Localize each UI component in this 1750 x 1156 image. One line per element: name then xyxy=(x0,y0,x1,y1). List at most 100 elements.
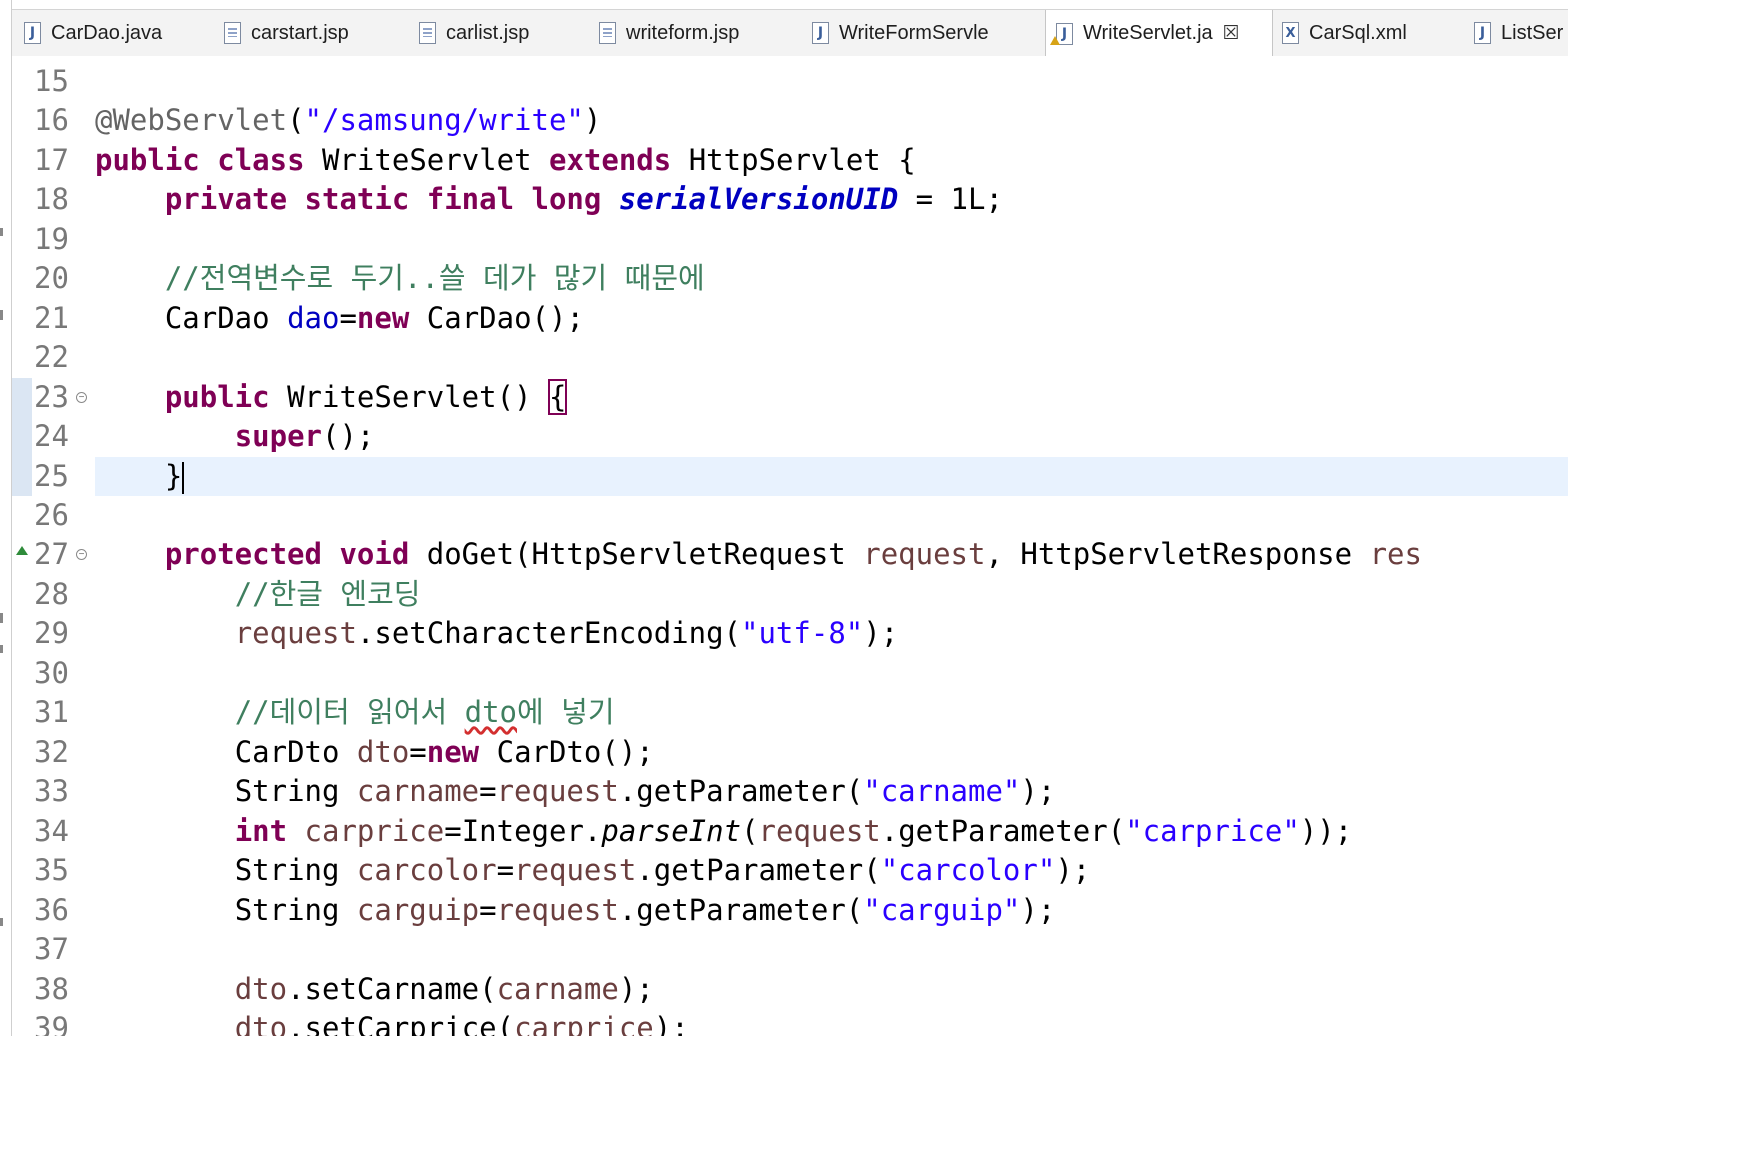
line-number: 23 xyxy=(34,380,69,414)
method-call: .getParameter( xyxy=(636,853,881,887)
local-variable: carname xyxy=(356,774,480,808)
method-call: .setCarprice( xyxy=(287,1011,515,1036)
local-variable: carprice xyxy=(514,1011,654,1036)
keyword: int xyxy=(234,814,288,848)
type-name: String xyxy=(234,774,357,808)
line-number: 35 xyxy=(34,853,69,887)
fold-collapse-icon[interactable]: − xyxy=(76,392,87,403)
line-number: 38 xyxy=(34,972,69,1006)
java-file-icon: J xyxy=(1474,22,1491,44)
parameter: request xyxy=(496,893,619,927)
code-line-34[interactable]: int carprice=Integer.parseInt(request.ge… xyxy=(95,812,1353,851)
local-variable: carcolor xyxy=(356,853,497,887)
fold-collapse-icon[interactable]: − xyxy=(76,549,87,560)
quick-diff-change-bar xyxy=(12,378,32,496)
operator: = xyxy=(409,735,427,769)
code-text: ); xyxy=(618,972,654,1006)
code-line-28[interactable]: //한글 엔코딩 xyxy=(95,575,421,614)
code-line-35[interactable]: String carcolor=request.getParameter("ca… xyxy=(95,851,1091,890)
method-call: .setCharacterEncoding( xyxy=(356,616,742,650)
keyword: public xyxy=(164,380,270,414)
tab-carsql-xml[interactable]: X CarSql.xml xyxy=(1282,10,1462,56)
code-line-20[interactable]: //전역변수로 두기..쓸 데가 많기 때문에 xyxy=(95,259,705,298)
code-text: CarDao(); xyxy=(409,301,584,335)
paren: ) xyxy=(583,103,602,137)
code-line-32[interactable]: CarDto dto=new CarDto(); xyxy=(95,733,654,772)
code-editor[interactable]: 15 16 17 18 19 20 21 22 23 − 24 25 26 27… xyxy=(12,56,1568,1036)
jsp-file-icon xyxy=(419,22,436,44)
string-literal: "carprice" xyxy=(1125,814,1300,848)
code-line-25[interactable]: } xyxy=(95,457,185,496)
override-indicator-icon[interactable] xyxy=(16,546,28,555)
line-number: 33 xyxy=(34,774,69,808)
field: dao xyxy=(287,301,340,335)
local-variable: carguip xyxy=(356,893,480,927)
method-call: .getParameter( xyxy=(880,814,1126,848)
local-variable: dto xyxy=(356,735,410,769)
paren: ( xyxy=(287,103,305,137)
text-caret xyxy=(182,462,185,494)
code-line-16[interactable]: @WebServlet("/samsung/write") xyxy=(95,101,601,140)
tab-label: CarDao.java xyxy=(51,21,163,44)
keyword: class xyxy=(217,143,305,177)
tab-label: ListSer xyxy=(1501,21,1564,44)
code-text: ); xyxy=(863,616,899,650)
line-number: 19 xyxy=(34,222,69,256)
code-line-23[interactable]: public WriteServlet() { xyxy=(95,378,568,417)
xml-file-icon: X xyxy=(1282,22,1299,44)
static-method: parseInt xyxy=(601,814,742,848)
comment-misspelled: dto xyxy=(464,695,517,729)
code-line-29[interactable]: request.setCharacterEncoding("utf-8"); xyxy=(95,614,898,653)
tab-writeform-jsp[interactable]: writeform.jsp xyxy=(599,10,804,56)
code-text: (); xyxy=(322,419,375,453)
tab-label: carstart.jsp xyxy=(251,21,349,44)
method-call: .getParameter( xyxy=(618,893,864,927)
code-line-24[interactable]: super(); xyxy=(95,417,375,456)
tab-writeformservlet-java[interactable]: J WriteFormServle xyxy=(812,10,1042,56)
code-line-38[interactable]: dto.setCarname(carname); xyxy=(95,970,654,1009)
parameter: request xyxy=(514,853,637,887)
local-variable: dto xyxy=(234,1011,288,1036)
closing-brace: } xyxy=(164,459,183,493)
code-line-17[interactable]: public class WriteServlet extends HttpSe… xyxy=(95,141,916,180)
tab-carlist-jsp[interactable]: carlist.jsp xyxy=(419,10,589,56)
annotation: @WebServlet xyxy=(95,103,288,137)
edge-marker xyxy=(0,310,3,320)
code-line-33[interactable]: String carname=request.getParameter("car… xyxy=(95,772,1056,811)
code-line-31[interactable]: //데이터 읽어서 dto에 넣기 xyxy=(95,693,615,732)
method-signature: doGet(HttpServletRequest xyxy=(409,537,864,571)
close-tab-icon[interactable]: ☒ xyxy=(1223,22,1240,45)
tab-cardao-java[interactable]: J CarDao.java xyxy=(24,10,214,56)
operator: = xyxy=(479,774,497,808)
left-window-edge xyxy=(0,0,12,1036)
parameter: request xyxy=(496,774,619,808)
tab-carstart-jsp[interactable]: carstart.jsp xyxy=(224,10,409,56)
keyword: super xyxy=(234,419,322,453)
code-text: ); xyxy=(1020,774,1056,808)
tab-label: CarSql.xml xyxy=(1309,21,1407,44)
line-number: 15 xyxy=(34,64,69,98)
warning-icon xyxy=(1050,35,1060,45)
code-line-39[interactable]: dto.setCarprice(carprice); xyxy=(95,1009,689,1036)
code-line-36[interactable]: String carguip=request.getParameter("car… xyxy=(95,891,1056,930)
java-file-icon: J xyxy=(24,22,41,44)
comment: //전역변수로 두기..쓸 데가 많기 때문에 xyxy=(164,261,705,295)
code-text: WriteServlet() xyxy=(269,380,549,414)
jsp-file-icon xyxy=(599,22,616,44)
code-line-18[interactable]: private static final long serialVersionU… xyxy=(95,180,1003,219)
code-line-21[interactable]: CarDao dao=new CarDao(); xyxy=(95,299,584,338)
code-text: = 1L; xyxy=(898,182,1003,216)
code-text: ); xyxy=(653,1011,689,1036)
tab-label: carlist.jsp xyxy=(446,21,530,44)
line-number: 31 xyxy=(34,695,69,729)
line-number: 32 xyxy=(34,735,69,769)
jsp-file-icon xyxy=(224,22,241,44)
string-literal: "carcolor" xyxy=(880,853,1056,887)
tab-listservlet-java[interactable]: J ListSer xyxy=(1474,10,1568,56)
edge-marker xyxy=(0,918,3,926)
code-line-27[interactable]: protected void doGet(HttpServletRequest … xyxy=(95,535,1422,574)
line-number: 24 xyxy=(34,419,69,453)
tab-writeservlet-java[interactable]: J WriteServlet.ja ☒ xyxy=(1045,10,1273,57)
parameter: request xyxy=(758,814,881,848)
